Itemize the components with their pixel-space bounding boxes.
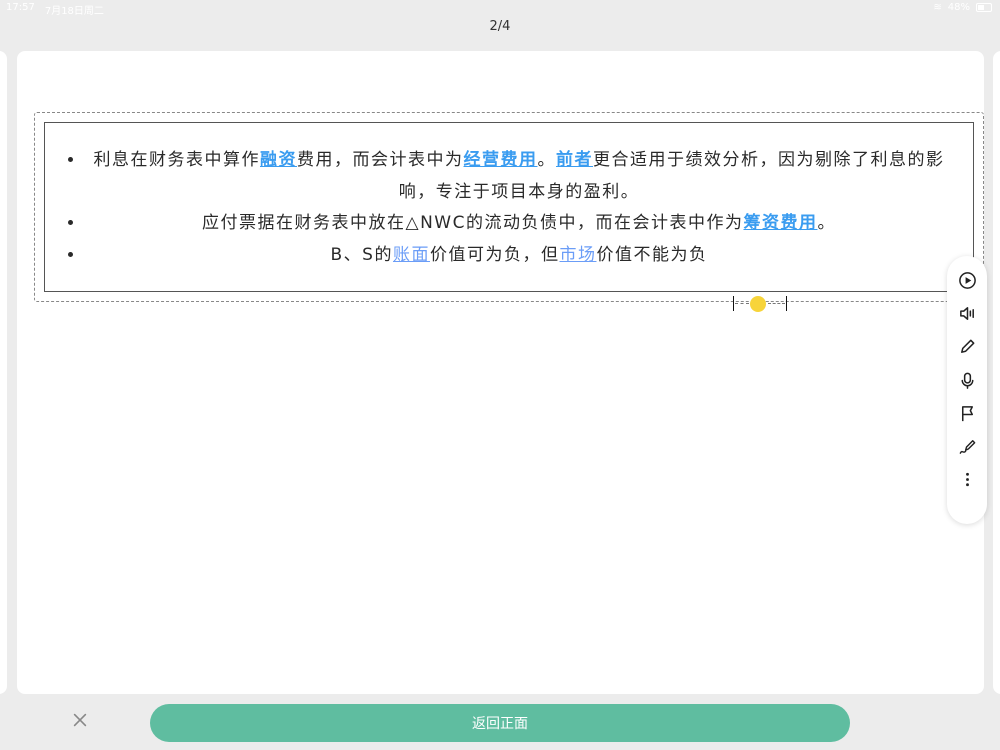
highlight-link[interactable]: 筹资费用 [743,213,817,233]
bullet-item: 应付票据在财务表中放在△NWC的流动负债中，而在会计表中作为筹资费用。 [85,208,953,240]
edit-button[interactable] [953,330,981,363]
bullet-text: 。 [537,150,556,170]
bullet-text: 利息在财务表中算作 [93,150,260,170]
selection-handle-left[interactable] [733,296,734,311]
bullet-text: 应付票据在财务表中放在△NWC的流动负债中，而在会计表中作为 [202,213,744,233]
pencil-icon [960,340,974,354]
close-icon [73,713,87,727]
record-button[interactable] [953,364,981,397]
marker-dot[interactable] [750,296,766,312]
more-icon [965,473,969,487]
battery-percent: 48% [947,2,970,13]
highlight-link[interactable]: 前者 [556,150,593,170]
highlight-link[interactable]: 市场 [559,245,596,265]
highlight-link[interactable]: 融资 [260,150,297,170]
bullet-list: 利息在财务表中算作融资费用，而会计表中为经营费用。前者更合适用于绩效分析，因为剔… [45,123,973,271]
wifi-icon: ≋ [933,2,942,13]
return-front-button[interactable]: 返回正面 [150,704,850,742]
bullet-item: B、S的账面价值可为负，但市场价值不能为负 [85,240,953,272]
microphone-icon [961,372,973,389]
flag-icon [961,405,973,421]
note-content-box[interactable]: 利息在财务表中算作融资费用，而会计表中为经营费用。前者更合适用于绩效分析，因为剔… [44,122,974,292]
status-date: 7月18日周二 [44,6,104,17]
more-button[interactable] [953,463,981,496]
highlight-link[interactable]: 经营费用 [464,150,538,170]
bullet-text: B、S的 [330,244,393,265]
previous-card-edge[interactable] [0,51,7,694]
speaker-button[interactable] [953,297,981,330]
play-button[interactable] [953,264,981,297]
bullet-text: 费用，而会计表中为 [297,150,464,170]
status-bar: 17:57 7月18日周二 ≋ 48% [0,0,1000,17]
selection-edge [768,303,785,304]
side-toolbar [947,256,987,524]
next-card-edge[interactable] [993,51,1000,694]
battery-icon [976,3,992,12]
bullet-text: 价值可为负，但 [429,244,560,265]
status-time: 17:57 [6,2,35,13]
bullet-text: 。 [817,213,836,233]
close-button[interactable] [66,706,94,734]
bullet-text: 价值不能为负 [596,244,708,265]
page-counter: 2/4 [489,19,511,34]
play-icon [958,272,976,289]
flag-button[interactable] [953,397,981,430]
pen-draw-icon [959,440,975,454]
highlight-link[interactable]: 账面 [393,245,430,265]
bullet-item: 利息在财务表中算作融资费用，而会计表中为经营费用。前者更合适用于绩效分析，因为剔… [85,145,953,208]
selection-handle-right[interactable] [786,296,787,311]
speaker-icon [959,307,974,321]
selection-edge [735,303,749,304]
bottom-bar: 返回正面 [0,694,1000,750]
draw-button[interactable] [953,430,981,463]
